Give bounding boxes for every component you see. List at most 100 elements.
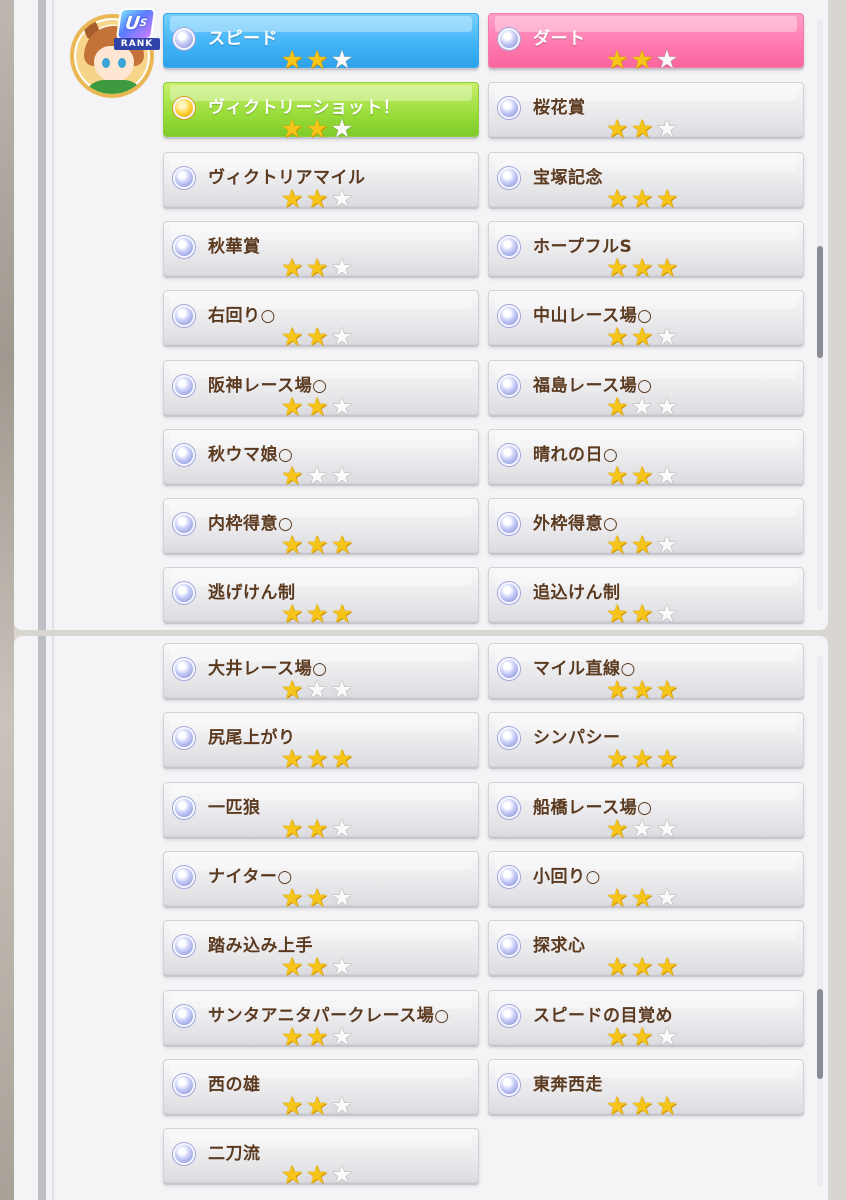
star-icon: ★ [280, 675, 304, 704]
skill-orb-icon [173, 797, 195, 819]
skill-name: ヴィクトリーショット！ [208, 98, 401, 118]
unique-skill-orb-icon [173, 97, 195, 119]
skill-card[interactable]: ヴィクトリアマイル ★ ★ ★ [163, 152, 479, 211]
star-icon: ★ [605, 461, 629, 490]
skill-card[interactable]: 中山レース場○ ★ ★ ★ [488, 290, 804, 349]
skill-card[interactable]: 右回り○ ★ ★ ★ [163, 290, 479, 349]
skill-card[interactable]: 晴れの日○ ★ ★ ★ [488, 429, 804, 488]
skill-card[interactable]: スピードの目覚め ★ ★ ★ [488, 990, 804, 1049]
skill-orb-icon [498, 236, 520, 258]
skill-stars: ★ ★ ★ [605, 744, 679, 773]
skill-card[interactable]: 一匹狼 ★ ★ ★ [163, 782, 479, 841]
star-icon: ★ [605, 253, 629, 282]
skill-card[interactable]: 踏み込み上手 ★ ★ ★ [163, 920, 479, 979]
skill-name: ダート [533, 29, 586, 49]
skill-stars: ★ ★ ★ [280, 45, 354, 74]
star-icon: ★ [655, 599, 679, 628]
avatar-eye [118, 58, 126, 68]
star-icon: ★ [305, 322, 329, 351]
skill-stars: ★ ★ ★ [280, 599, 354, 628]
skill-orb-icon [173, 1005, 195, 1027]
skill-orb-icon [498, 1074, 520, 1096]
skill-card[interactable]: 福島レース場○ ★ ★ ★ [488, 360, 804, 419]
scrollbar-track[interactable] [817, 656, 823, 1186]
skill-orb-icon [498, 797, 520, 819]
skill-card[interactable]: 二刀流 ★ ★ ★ [163, 1128, 479, 1187]
star-icon: ★ [280, 744, 304, 773]
star-icon: ★ [280, 1160, 304, 1189]
rank-gem-icon: US [115, 8, 157, 40]
skill-stars: ★ ★ ★ [605, 114, 679, 143]
panel-guide-line [52, 0, 54, 630]
rank-label: RANK [114, 38, 160, 50]
skill-card[interactable]: シンパシー ★ ★ ★ [488, 712, 804, 771]
skill-card[interactable]: 西の雄 ★ ★ ★ [163, 1059, 479, 1118]
skill-card[interactable]: ダート ★ ★ ★ [488, 13, 804, 72]
star-icon: ★ [605, 675, 629, 704]
skill-card[interactable]: 東奔西走 ★ ★ ★ [488, 1059, 804, 1118]
star-icon: ★ [330, 114, 354, 143]
skill-orb-icon [498, 658, 520, 680]
star-icon: ★ [605, 392, 629, 421]
star-icon: ★ [330, 45, 354, 74]
star-icon: ★ [330, 530, 354, 559]
skill-card[interactable]: 秋華賞 ★ ★ ★ [163, 221, 479, 280]
scrollbar-thumb[interactable] [817, 989, 823, 1079]
star-icon: ★ [330, 744, 354, 773]
skill-card[interactable]: 逃げけん制 ★ ★ ★ [163, 567, 479, 626]
skill-name: 東奔西走 [533, 1075, 603, 1095]
star-icon: ★ [630, 45, 654, 74]
skill-stars: ★ ★ ★ [280, 675, 354, 704]
skill-orb-icon [498, 582, 520, 604]
skill-card[interactable]: 探求心 ★ ★ ★ [488, 920, 804, 979]
star-icon: ★ [630, 883, 654, 912]
skill-name: 桜花賞 [533, 98, 586, 118]
star-icon: ★ [280, 114, 304, 143]
star-icon: ★ [630, 114, 654, 143]
skill-card[interactable]: ホープフルS ★ ★ ★ [488, 221, 804, 280]
star-icon: ★ [605, 1091, 629, 1120]
skill-card[interactable]: 桜花賞 ★ ★ ★ [488, 82, 804, 141]
star-icon: ★ [305, 1160, 329, 1189]
skill-card[interactable]: スピード ★ ★ ★ [163, 13, 479, 72]
star-icon: ★ [655, 744, 679, 773]
skill-name: 右回り○ [208, 306, 276, 326]
skill-orb-icon [173, 444, 195, 466]
star-icon: ★ [655, 952, 679, 981]
skill-orb-icon [498, 444, 520, 466]
skill-card[interactable]: 内枠得意○ ★ ★ ★ [163, 498, 479, 557]
skill-stars: ★ ★ ★ [605, 675, 679, 704]
skill-card[interactable]: 大井レース場○ ★ ★ ★ [163, 643, 479, 702]
star-icon: ★ [655, 675, 679, 704]
skill-card[interactable]: サンタアニタパークレース場○ ★ ★ ★ [163, 990, 479, 1049]
skill-orb-icon [498, 1005, 520, 1027]
skill-orb-icon [173, 582, 195, 604]
skill-card[interactable]: 外枠得意○ ★ ★ ★ [488, 498, 804, 557]
skill-card[interactable]: 阪神レース場○ ★ ★ ★ [163, 360, 479, 419]
star-icon: ★ [605, 744, 629, 773]
star-icon: ★ [330, 1160, 354, 1189]
skill-card[interactable]: 尻尾上がり ★ ★ ★ [163, 712, 479, 771]
skill-stars: ★ ★ ★ [280, 954, 354, 979]
scrollbar-thumb[interactable] [817, 246, 823, 358]
skill-card[interactable]: 船橋レース場○ ★ ★ ★ [488, 782, 804, 841]
skill-card[interactable]: マイル直線○ ★ ★ ★ [488, 643, 804, 702]
skill-card[interactable]: 秋ウマ娘○ ★ ★ ★ [163, 429, 479, 488]
star-icon: ★ [630, 184, 654, 213]
star-icon: ★ [630, 1022, 654, 1051]
star-icon: ★ [330, 599, 354, 628]
panel-guide-bar [38, 636, 46, 1200]
star-icon: ★ [630, 1091, 654, 1120]
skill-orb-icon [173, 1143, 195, 1165]
skill-card[interactable]: ナイター○ ★ ★ ★ [163, 851, 479, 910]
skill-stars: ★ ★ ★ [280, 255, 354, 280]
rank-text: U [123, 13, 142, 34]
skill-orb-icon [498, 28, 520, 50]
skill-stars: ★ ★ ★ [605, 184, 679, 213]
scrollbar-track[interactable] [817, 20, 823, 610]
skill-card[interactable]: 宝塚記念 ★ ★ ★ [488, 152, 804, 211]
skill-card[interactable]: ヴィクトリーショット！ ★ ★ ★ [163, 82, 479, 141]
skill-card[interactable]: 追込けん制 ★ ★ ★ [488, 567, 804, 626]
skill-card[interactable]: 小回り○ ★ ★ ★ [488, 851, 804, 910]
star-icon: ★ [630, 599, 654, 628]
